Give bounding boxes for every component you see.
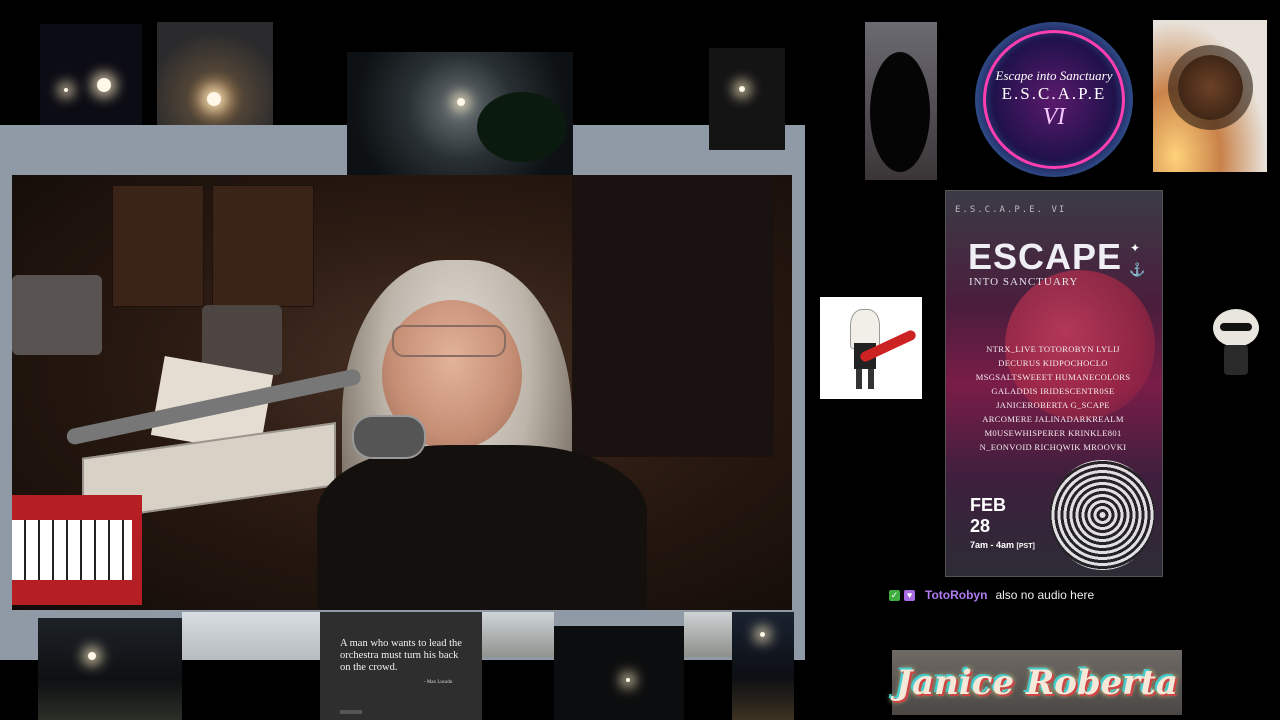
sky-photo	[182, 612, 320, 660]
sparkle-icon: ✦	[1130, 241, 1141, 255]
poster-lineup: NTRX_LIVE TOTOROBYN LYLIJ DECURUS KIDPOC…	[950, 342, 1156, 454]
escape-logo: Escape into Sanctuary E.S.C.A.P.E VI	[975, 22, 1133, 177]
branch-photo	[684, 612, 732, 657]
time-range: 7am - 4am	[970, 540, 1015, 550]
heart-badge-icon: ♥	[904, 589, 915, 601]
banner-name: Janice Roberta	[896, 662, 1178, 703]
tree-moon-photo	[865, 22, 937, 180]
lineup-row: JANICEROBERTA G_SCAPE	[996, 400, 1110, 410]
chat-text: also no audio here	[995, 588, 1095, 602]
funko-avatar	[1210, 307, 1262, 379]
lineup-row: GALADDIS IRIDESCENTR0SE	[991, 386, 1115, 396]
time-zone: [PST]	[1016, 543, 1035, 550]
flower-illustration	[1050, 460, 1155, 570]
moon-photo-3	[347, 52, 573, 175]
chat-message: ✓ ♥ TotoRobyn also no audio here	[889, 588, 1094, 602]
quote-card: A man who wants to lead the orchestra mu…	[320, 612, 482, 720]
date-month: FEB	[970, 495, 1006, 515]
guitar-avatar-sticker	[820, 297, 922, 399]
moon-photo-4	[709, 48, 785, 150]
poster-date: FEB 28	[970, 495, 1006, 537]
name-banner: Janice Roberta	[892, 650, 1182, 715]
logo-line-2: E.S.C.A.P.E	[1001, 84, 1107, 103]
logo-line-1: Escape into Sanctuary	[995, 68, 1113, 83]
poster-subtitle: INTO SANCTUARY	[969, 276, 1079, 288]
logo-line-3: VI	[1042, 104, 1066, 130]
lineup-row: M0USEWHISPERER KRINKLE801	[984, 428, 1122, 438]
anchor-icon: ⚓	[1129, 262, 1146, 277]
moon-photo-6	[732, 612, 794, 720]
webcam-video	[12, 175, 792, 610]
night-photo	[554, 626, 684, 720]
microphone	[352, 415, 426, 459]
lineup-row: MSGSALTSWEEET HUMANECOLORS	[975, 372, 1131, 382]
moon-photo-5	[38, 618, 182, 720]
quote-logo	[340, 710, 362, 714]
sun-face	[1178, 55, 1243, 120]
lineup-row: DECURUS KIDPOCHOCLO	[998, 358, 1108, 368]
poster-title: ESCAPE	[968, 236, 1123, 277]
quote-author: - Max Lucado	[424, 680, 453, 685]
lineup-row: NTRX_LIVE TOTOROBYN LYLIJ	[986, 344, 1120, 354]
poster-header: E.S.C.A.P.E. VI	[955, 205, 1067, 215]
poster-time: 7am - 4am [PST]	[970, 540, 1035, 550]
chat-username[interactable]: TotoRobyn	[925, 588, 987, 602]
date-day: 28	[970, 516, 991, 536]
quote-text: A man who wants to lead the orchestra mu…	[340, 638, 462, 673]
tree-photo	[482, 612, 554, 657]
check-badge-icon: ✓	[889, 589, 900, 601]
lineup-row: N_EONVOID RICHQWIK MROOVKI	[979, 442, 1127, 452]
lineup-row: ARCOMERE JALINADARKREALM	[982, 414, 1124, 424]
